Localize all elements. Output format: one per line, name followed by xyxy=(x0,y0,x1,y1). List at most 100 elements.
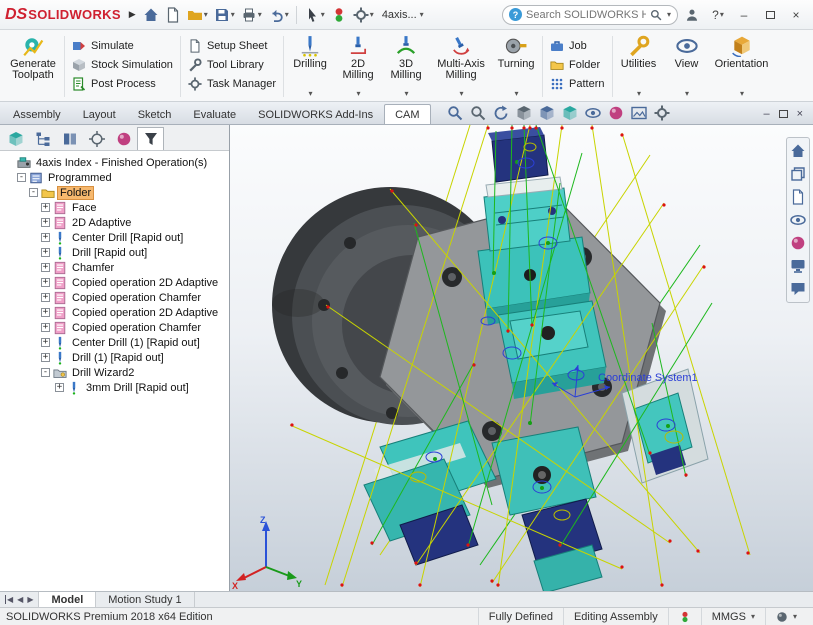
apply-scene-button[interactable] xyxy=(631,105,647,121)
tool-library-button[interactable]: Tool Library xyxy=(185,57,279,72)
tab-evaluate[interactable]: Evaluate xyxy=(182,104,247,124)
tree-item[interactable]: - Programmed xyxy=(3,170,229,185)
multi-axis-milling-button[interactable]: Multi-Axis Milling ▾ xyxy=(430,32,492,101)
select-button[interactable]: ▾ xyxy=(302,4,327,26)
tree-item-label[interactable]: Drill Wizard2 xyxy=(70,367,136,379)
drilling-button[interactable]: Drilling ▾ xyxy=(286,32,334,101)
open-button[interactable]: ▾ xyxy=(185,4,210,26)
motion-study-tab[interactable]: Motion Study 1 xyxy=(96,592,194,607)
document-close-button[interactable]: × xyxy=(797,108,803,120)
dropdown-caret-icon[interactable]: ▾ xyxy=(420,10,424,19)
tree-item-label[interactable]: Programmed xyxy=(46,172,114,184)
units-selector[interactable]: MMGS▾ xyxy=(701,608,765,625)
next-tab-button[interactable]: ▶ xyxy=(27,595,33,604)
tree-item[interactable]: + Drill [Rapid out] xyxy=(3,245,229,260)
tree-item-label[interactable]: Folder xyxy=(58,187,93,199)
generate-toolpath-button[interactable]: Generate Toolpath xyxy=(4,32,62,101)
dropdown-caret-icon[interactable]: ▾ xyxy=(285,10,289,19)
dropdown-caret-icon[interactable]: ▾ xyxy=(204,10,208,19)
tree-item[interactable]: + Copied operation 2D Adaptive xyxy=(3,305,229,320)
tab-sketch[interactable]: Sketch xyxy=(127,104,183,124)
orientation-button[interactable]: Orientation ▾ xyxy=(711,32,773,101)
tree-item-label[interactable]: 3mm Drill [Rapid out] xyxy=(84,382,191,394)
pattern-button[interactable]: Pattern xyxy=(547,76,607,91)
expand-toggle-icon[interactable]: + xyxy=(41,323,50,332)
zoom-area-button[interactable] xyxy=(470,105,486,121)
print-button[interactable]: ▾ xyxy=(239,4,264,26)
job-button[interactable]: Job xyxy=(547,38,607,53)
expand-toggle-icon[interactable]: + xyxy=(41,308,50,317)
tree-item[interactable]: + Chamfer xyxy=(3,260,229,275)
maximize-button[interactable] xyxy=(758,5,782,25)
expand-toggle-icon[interactable]: - xyxy=(17,173,26,182)
expand-toggle-icon[interactable]: + xyxy=(41,248,50,257)
tree-item[interactable]: + 3mm Drill [Rapid out] xyxy=(3,380,229,395)
tags-selector[interactable]: ▾ xyxy=(765,608,807,625)
save-button[interactable]: ▾ xyxy=(212,4,237,26)
property-manager-tab[interactable] xyxy=(29,127,56,150)
view-orientation-button[interactable] xyxy=(539,105,555,121)
design-library-button[interactable] xyxy=(790,166,806,182)
search-input[interactable] xyxy=(526,9,646,21)
tree-item[interactable]: + 2D Adaptive xyxy=(3,215,229,230)
forum-button[interactable] xyxy=(790,281,806,297)
tab-assembly[interactable]: Assembly xyxy=(2,104,72,124)
edit-appearance-button[interactable] xyxy=(608,105,624,121)
display-style-button[interactable] xyxy=(562,105,578,121)
tree-item-label[interactable]: Center Drill (1) [Rapid out] xyxy=(70,337,202,349)
help-search-box[interactable]: ? ▾ xyxy=(502,5,678,25)
utilities-button[interactable]: Utilities ▾ xyxy=(615,32,663,101)
dropdown-caret-icon[interactable]: ▾ xyxy=(258,10,262,19)
tree-item[interactable]: - Drill Wizard2 xyxy=(3,365,229,380)
custom-properties-button[interactable] xyxy=(790,258,806,274)
tree-item-label[interactable]: Chamfer xyxy=(70,262,116,274)
tree-item[interactable]: 4axis Index - Finished Operation(s) xyxy=(3,155,229,170)
tree-item[interactable]: + Drill (1) [Rapid out] xyxy=(3,350,229,365)
coordinate-system-label[interactable]: Coordinate System1 xyxy=(598,372,698,384)
graphics-viewport[interactable]: Coordinate System1 Z X Y xyxy=(230,125,813,591)
view-button[interactable]: View ▾ xyxy=(663,32,711,101)
undo-button[interactable]: ▾ xyxy=(266,4,291,26)
rebuild-status[interactable] xyxy=(668,608,701,625)
tree-item-label[interactable]: Drill (1) [Rapid out] xyxy=(70,352,166,364)
expand-toggle-icon[interactable]: + xyxy=(41,218,50,227)
dropdown-caret-icon[interactable]: ▾ xyxy=(637,88,641,99)
3d-scene[interactable]: Coordinate System1 Z X Y xyxy=(230,125,813,591)
tree-item-label[interactable]: Face xyxy=(70,202,98,214)
zoom-to-fit-button[interactable] xyxy=(447,105,463,121)
dropdown-caret-icon[interactable]: ▾ xyxy=(720,10,724,19)
task-manager-button[interactable]: Task Manager xyxy=(185,76,279,91)
feature-manager-tab[interactable] xyxy=(2,127,29,150)
tree-item-label[interactable]: 2D Adaptive xyxy=(70,217,133,229)
tree-item-label[interactable]: Copied operation Chamfer xyxy=(70,292,203,304)
dropdown-caret-icon[interactable]: ▾ xyxy=(357,88,361,99)
expand-toggle-icon[interactable]: + xyxy=(41,278,50,287)
rebuild-button[interactable] xyxy=(329,4,349,26)
active-document-dropdown[interactable]: 4axis... ▾ xyxy=(378,9,428,21)
dropdown-caret-icon[interactable]: ▾ xyxy=(231,10,235,19)
tree-item-label[interactable]: Copied operation 2D Adaptive xyxy=(70,277,220,289)
2d-milling-button[interactable]: 2D Milling ▾ xyxy=(334,32,382,101)
expand-toggle-icon[interactable]: - xyxy=(41,368,50,377)
post-process-button[interactable]: Post Process xyxy=(69,76,176,91)
stock-simulation-button[interactable]: Stock Simulation xyxy=(69,57,176,72)
tree-item[interactable]: + Copied operation 2D Adaptive xyxy=(3,275,229,290)
expand-toggle-icon[interactable]: + xyxy=(41,338,50,347)
previous-tab-button[interactable]: ◀ xyxy=(17,595,23,604)
tree-item-label[interactable]: Copied operation Chamfer xyxy=(70,322,203,334)
document-minimize-button[interactable]: – xyxy=(763,108,769,120)
close-button[interactable]: × xyxy=(784,5,808,25)
help-button[interactable]: ?▾ xyxy=(706,5,730,25)
tree-item[interactable]: + Copied operation Chamfer xyxy=(3,290,229,305)
dropdown-caret-icon[interactable]: ▾ xyxy=(793,612,797,621)
logo-flyout-icon[interactable]: ▶ xyxy=(126,9,139,20)
previous-view-button[interactable] xyxy=(493,105,509,121)
tree-item-label[interactable]: Copied operation 2D Adaptive xyxy=(70,307,220,319)
dropdown-caret-icon[interactable]: ▾ xyxy=(321,10,325,19)
setup-sheet-button[interactable]: Setup Sheet xyxy=(185,38,279,53)
dimxpert-manager-tab[interactable] xyxy=(83,127,110,150)
expand-toggle-icon[interactable]: + xyxy=(41,353,50,362)
new-document-button[interactable] xyxy=(163,4,183,26)
view-palette-button[interactable] xyxy=(790,212,806,228)
dropdown-caret-icon[interactable]: ▾ xyxy=(751,612,755,621)
